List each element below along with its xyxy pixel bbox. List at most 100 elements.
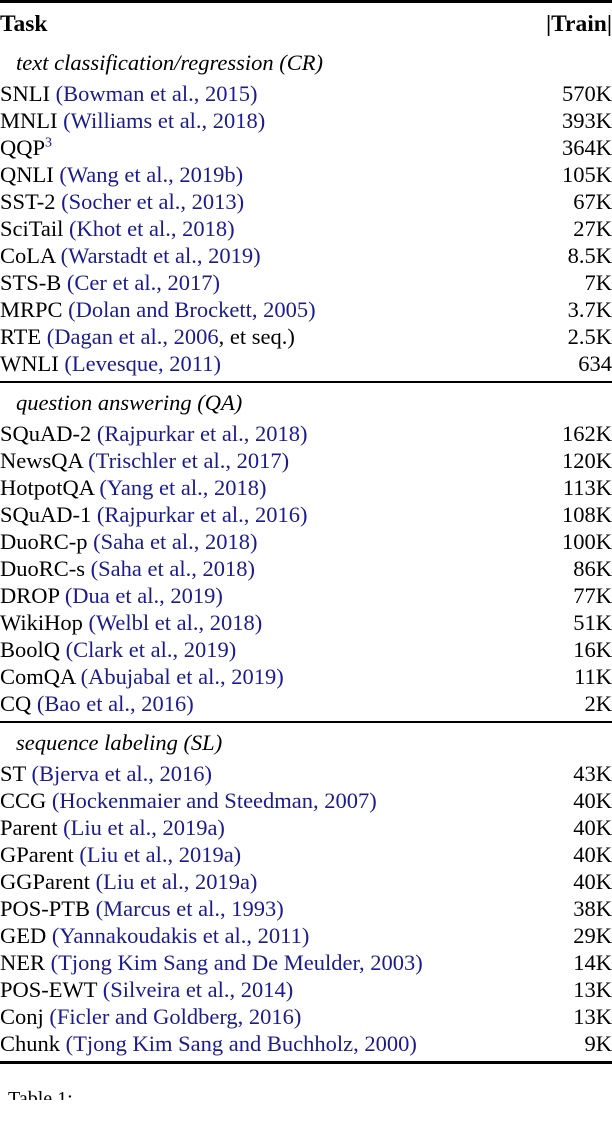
table-row: SNLI (Bowman et al., 2015) 570K bbox=[0, 80, 612, 107]
task-name: CQ bbox=[0, 691, 32, 716]
task-name-cell: ComQA (Abujabal et al., 2019) bbox=[0, 663, 306, 690]
task-name-cell: BoolQ (Clark et al., 2019) bbox=[0, 636, 306, 663]
citation-link[interactable]: (Williams et al., 2018) bbox=[63, 108, 265, 133]
task-name-cell: SciTail (Khot et al., 2018) bbox=[0, 215, 306, 242]
task-name: GGParent bbox=[0, 869, 90, 894]
citation-link[interactable]: (Abujabal et al., 2019) bbox=[81, 664, 284, 689]
train-size-cell: 77K bbox=[573, 583, 612, 608]
task-name-cell: Conj (Ficler and Goldberg, 2016) bbox=[0, 1003, 306, 1030]
table-row: WNLI (Levesque, 2011) 634 bbox=[0, 350, 612, 377]
task-name-cell: CCG (Hockenmaier and Steedman, 2007) bbox=[0, 787, 377, 814]
table-row: SST-2 (Socher et al., 2013) 67K bbox=[0, 188, 612, 215]
citation-link[interactable]: (Bowman et al., 2015) bbox=[56, 81, 258, 106]
section-table-body: sequence labeling (SL) ST (Bjerva et al.,… bbox=[0, 723, 612, 1061]
citation-link[interactable]: (Bao et al., 2016) bbox=[37, 691, 194, 716]
train-size-cell: 40K bbox=[573, 842, 612, 867]
train-size-cell: 108K bbox=[562, 502, 612, 527]
task-name: SQuAD-1 bbox=[0, 502, 92, 527]
citation-link[interactable]: (Rajpurkar et al., 2018) bbox=[97, 421, 308, 446]
table-row: QNLI (Wang et al., 2019b) 105K bbox=[0, 161, 612, 188]
section-heading-row: question answering (QA) bbox=[0, 383, 612, 420]
citation-link[interactable]: (Clark et al., 2019) bbox=[66, 637, 237, 662]
train-size-cell: 7K bbox=[584, 270, 612, 295]
citation-link[interactable]: (Silveira et al., 2014) bbox=[103, 977, 294, 1002]
table-row: WikiHop (Welbl et al., 2018) 51K bbox=[0, 609, 612, 636]
task-name: WikiHop bbox=[0, 610, 83, 635]
task-name: DuoRC-s bbox=[0, 556, 86, 581]
citation-link[interactable]: (Cer et al., 2017) bbox=[67, 270, 220, 295]
table-row: BoolQ (Clark et al., 2019) 16K bbox=[0, 636, 612, 663]
task-name-cell: GGParent (Liu et al., 2019a) bbox=[0, 868, 306, 895]
citation-link[interactable]: (Dagan et al., 2006 bbox=[47, 324, 219, 349]
task-name: POS-EWT bbox=[0, 977, 98, 1002]
table-row: NER (Tjong Kim Sang and De Meulder, 2003… bbox=[0, 949, 612, 976]
citation-suffix: , et seq.) bbox=[218, 324, 295, 349]
table-row: Parent (Liu et al., 2019a) 40K bbox=[0, 814, 612, 841]
train-size-cell: 11K bbox=[574, 664, 612, 689]
citation-link[interactable]: (Ficler and Goldberg, 2016) bbox=[49, 1004, 301, 1029]
citation-link[interactable]: (Dolan and Brockett, 2005) bbox=[68, 297, 315, 322]
citation-link[interactable]: (Marcus et al., 1993) bbox=[96, 896, 284, 921]
citation-link[interactable]: (Khot et al., 2018) bbox=[69, 216, 235, 241]
citation-link[interactable]: (Warstadt et al., 2019) bbox=[61, 243, 261, 268]
citation-link[interactable]: (Tjong Kim Sang and De Meulder, 2003) bbox=[51, 950, 423, 975]
task-name-cell: ST (Bjerva et al., 2016) bbox=[0, 760, 306, 787]
citation-link[interactable]: (Liu et al., 2019a) bbox=[63, 815, 225, 840]
task-name: QQP bbox=[0, 135, 46, 160]
task-name: DROP bbox=[0, 583, 60, 608]
task-name: CoLA bbox=[0, 243, 56, 268]
citation-link[interactable]: (Yannakoudakis et al., 2011) bbox=[52, 923, 309, 948]
table-row: CoLA (Warstadt et al., 2019) 8.5K bbox=[0, 242, 612, 269]
footnote-marker[interactable]: 3 bbox=[45, 136, 52, 151]
task-name-cell: QNLI (Wang et al., 2019b) bbox=[0, 161, 306, 188]
train-size-cell: 3.7K bbox=[567, 297, 612, 322]
task-name: ST bbox=[0, 761, 26, 786]
train-size-cell: 13K bbox=[573, 1004, 612, 1029]
citation-link[interactable]: (Saha et al., 2018) bbox=[93, 529, 257, 554]
task-name: GED bbox=[0, 923, 47, 948]
citation-link[interactable]: (Levesque, 2011) bbox=[64, 351, 221, 376]
table-row: POS-EWT (Silveira et al., 2014) 13K bbox=[0, 976, 612, 1003]
citation-link[interactable]: (Socher et al., 2013) bbox=[61, 189, 244, 214]
table-row: GParent (Liu et al., 2019a) 40K bbox=[0, 841, 612, 868]
citation-link[interactable]: (Rajpurkar et al., 2016) bbox=[97, 502, 308, 527]
citation-link[interactable]: (Trischler et al., 2017) bbox=[88, 448, 289, 473]
task-name-cell: GED (Yannakoudakis et al., 2011) bbox=[0, 922, 309, 949]
citation-link[interactable]: (Saha et al., 2018) bbox=[91, 556, 255, 581]
citation-link[interactable]: (Liu et al., 2019a) bbox=[96, 869, 258, 894]
task-name: NER bbox=[0, 950, 45, 975]
train-size-cell: 86K bbox=[573, 556, 612, 581]
task-name-cell: RTE (Dagan et al., 2006, et seq.) bbox=[0, 323, 306, 350]
citation-link[interactable]: (Tjong Kim Sang and Buchholz, 2000) bbox=[66, 1031, 417, 1056]
table-row: POS-PTB (Marcus et al., 1993) 38K bbox=[0, 895, 612, 922]
task-name-cell: GParent (Liu et al., 2019a) bbox=[0, 841, 306, 868]
section-heading-label: text classification/regression (CR) bbox=[16, 50, 324, 75]
train-size-cell: 120K bbox=[562, 448, 612, 473]
task-name-cell: QQP3 bbox=[0, 134, 306, 161]
citation-link[interactable]: (Bjerva et al., 2016) bbox=[31, 761, 212, 786]
task-name: Conj bbox=[0, 1004, 44, 1029]
citation-link[interactable]: (Liu et al., 2019a) bbox=[79, 842, 241, 867]
section-heading-row: text classification/regression (CR) bbox=[0, 43, 612, 80]
train-size-cell: 105K bbox=[562, 162, 612, 187]
citation-link[interactable]: (Hockenmaier and Steedman, 2007) bbox=[52, 788, 377, 813]
table-row: MRPC (Dolan and Brockett, 2005) 3.7K bbox=[0, 296, 612, 323]
section-table-body: question answering (QA) SQuAD-2 (Rajpurka… bbox=[0, 383, 612, 721]
task-name-cell: SNLI (Bowman et al., 2015) bbox=[0, 80, 306, 107]
table-row: RTE (Dagan et al., 2006, et seq.) 2.5K bbox=[0, 323, 612, 350]
train-size-cell: 40K bbox=[573, 869, 612, 894]
citation-link[interactable]: (Welbl et al., 2018) bbox=[88, 610, 262, 635]
table-row: CQ (Bao et al., 2016) 2K bbox=[0, 690, 612, 717]
citation-link[interactable]: (Yang et al., 2018) bbox=[99, 475, 266, 500]
table-row: STS-B (Cer et al., 2017) 7K bbox=[0, 269, 612, 296]
tasks-table: Task |Train| bbox=[0, 3, 612, 43]
section-heading-label: question answering (QA) bbox=[16, 390, 243, 415]
citation-link[interactable]: (Dua et al., 2019) bbox=[65, 583, 223, 608]
task-name: SQuAD-2 bbox=[0, 421, 92, 446]
table-row: DuoRC-s (Saha et al., 2018) 86K bbox=[0, 555, 612, 582]
citation-link[interactable]: (Wang et al., 2019b) bbox=[59, 162, 243, 187]
task-name: BoolQ bbox=[0, 637, 61, 662]
task-name-cell: STS-B (Cer et al., 2017) bbox=[0, 269, 306, 296]
table-row: ComQA (Abujabal et al., 2019) 11K bbox=[0, 663, 612, 690]
train-size-cell: 29K bbox=[573, 923, 612, 948]
